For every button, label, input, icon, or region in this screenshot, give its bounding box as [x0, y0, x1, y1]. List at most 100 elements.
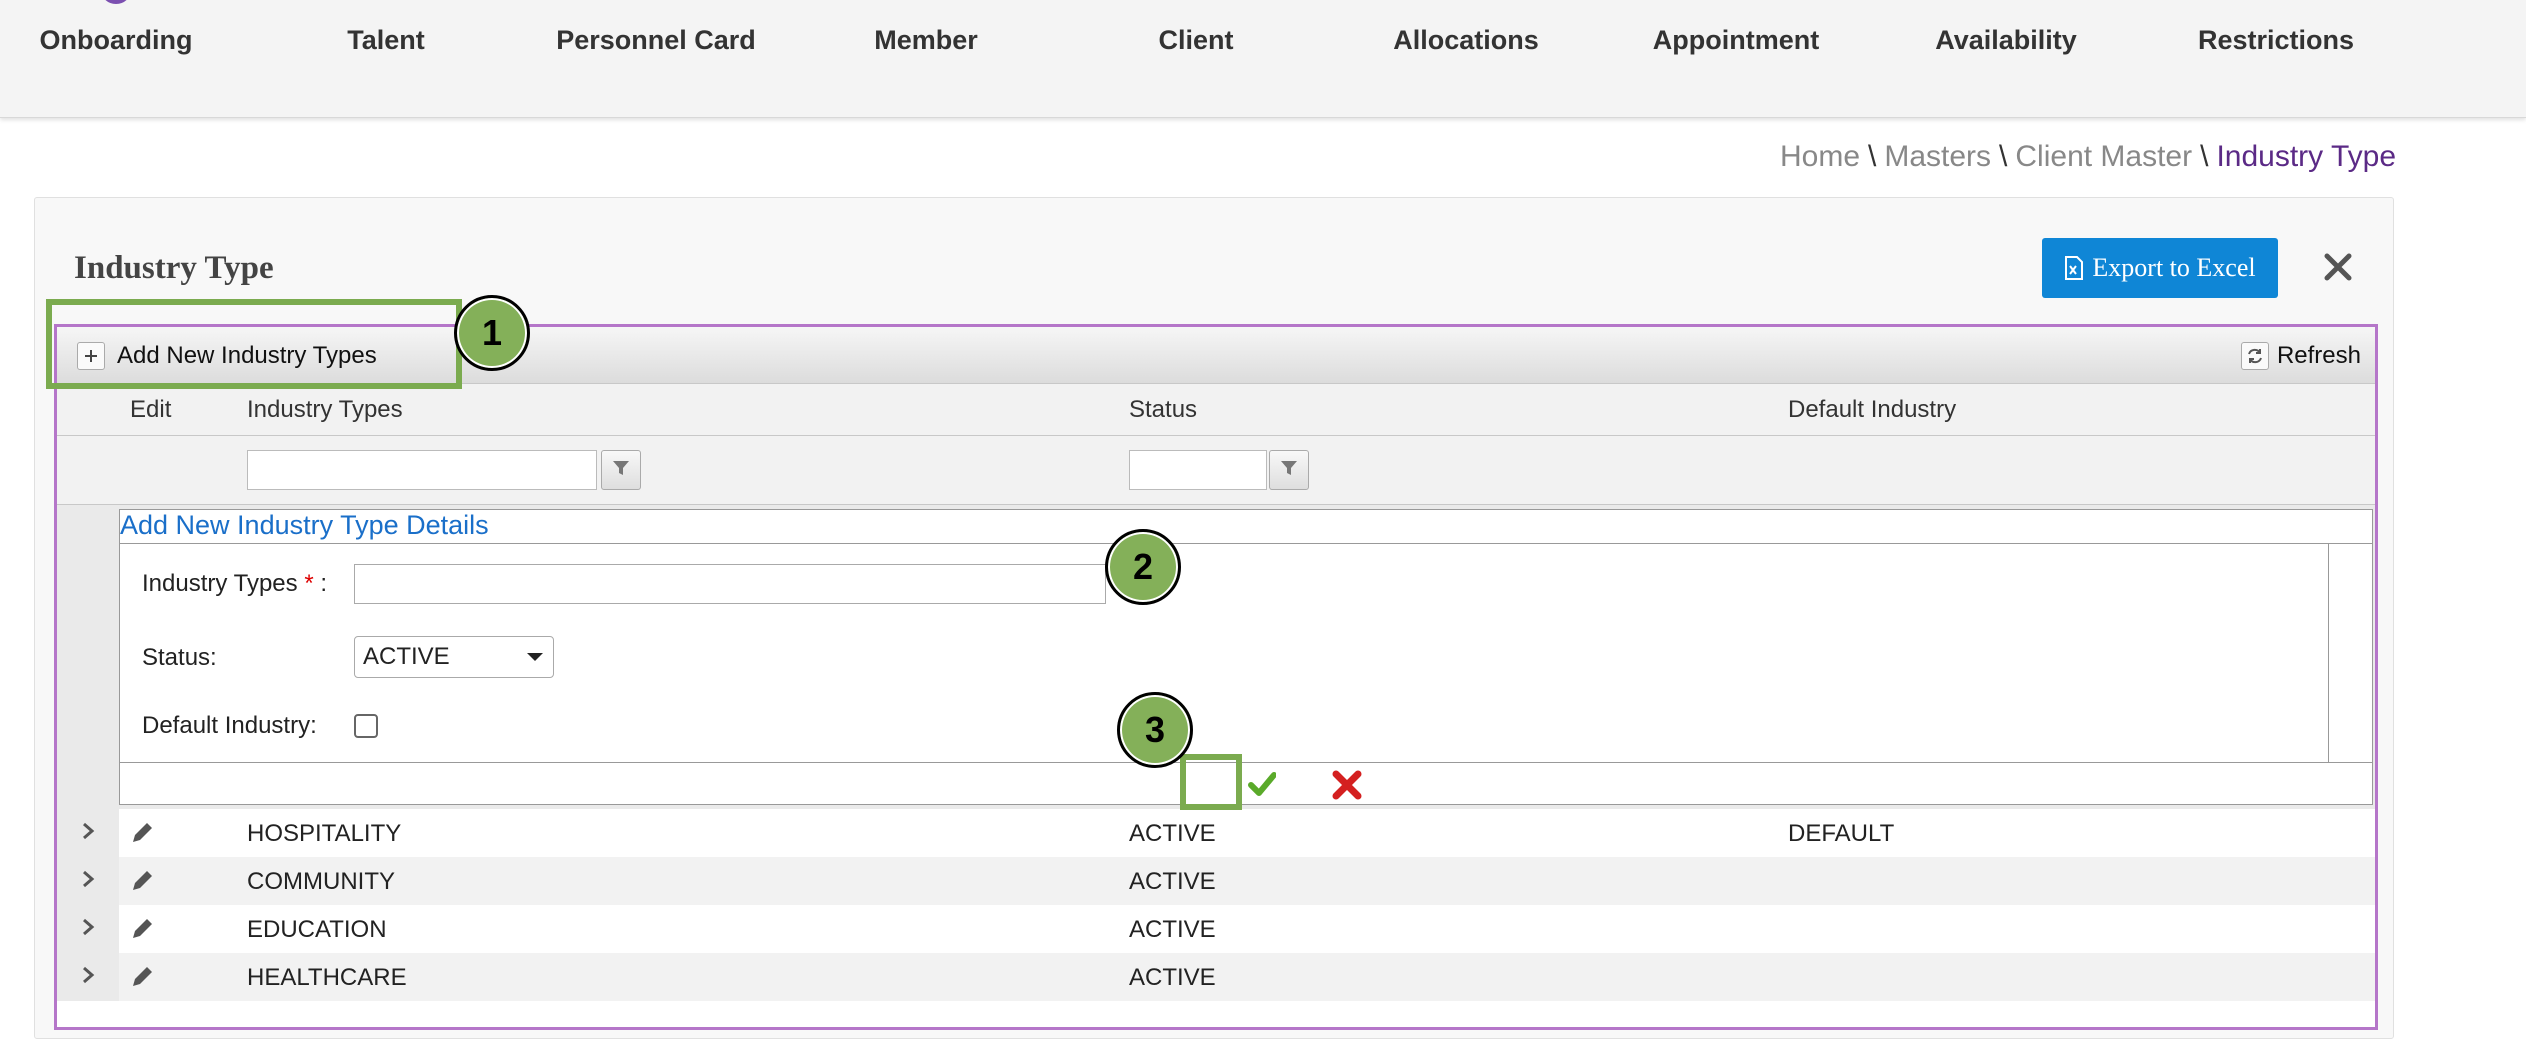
refresh-button[interactable]: Refresh: [2240, 339, 2361, 373]
industry-types-filter-input[interactable]: [247, 450, 597, 490]
status-filter-input[interactable]: [1129, 450, 1267, 490]
industry-types-filter-button[interactable]: [601, 450, 641, 490]
export-to-excel-button[interactable]: Export to Excel: [2042, 238, 2278, 298]
industry-type-cell: HEALTHCARE: [247, 964, 407, 991]
industry-type-cell: EDUCATION: [247, 916, 387, 943]
member-icon: [910, 0, 942, 6]
nav-item-member[interactable]: Member: [826, 0, 1026, 80]
label-colon: :: [320, 570, 327, 597]
default-industry-label: Default Industry:: [142, 712, 317, 739]
column-header-industry-types[interactable]: Industry Types: [247, 396, 403, 424]
form-title: Add New Industry Type Details: [120, 510, 489, 540]
column-header-default-industry[interactable]: Default Industry: [1788, 396, 1956, 424]
default-industry-checkbox[interactable]: [354, 714, 378, 738]
industry-types-grid: Add New Industry Types Refresh Edit Indu…: [54, 324, 2378, 1030]
nav-label: Onboarding: [39, 25, 193, 55]
industry-types-label: Industry Types * :: [142, 570, 327, 598]
export-label: Export to Excel: [2092, 253, 2256, 282]
filter-icon: [1280, 459, 1298, 482]
breadcrumb-current: Industry Type: [2216, 140, 2396, 173]
breadcrumb-home[interactable]: Home: [1780, 140, 1860, 173]
onboarding-icon: [100, 0, 132, 6]
step-1-badge: 1: [454, 295, 530, 371]
nav-label: Member: [874, 25, 978, 55]
chevron-right-icon: [81, 869, 95, 894]
personnel-card-icon: [640, 0, 672, 6]
allocations-icon: [1450, 0, 1482, 6]
required-mark: *: [304, 570, 314, 597]
top-navigation: Onboarding Talent Personnel Card Member …: [0, 0, 2526, 118]
chevron-right-icon: [81, 917, 95, 942]
pencil-icon[interactable]: [129, 820, 155, 846]
industry-types-label-text: Industry Types: [142, 570, 298, 597]
industry-type-cell: HOSPITALITY: [247, 820, 402, 847]
table-row: HEALTHCARE ACTIVE: [57, 953, 2375, 1001]
refresh-label: Refresh: [2276, 342, 2361, 369]
expand-row-button[interactable]: [57, 857, 119, 905]
nav-item-appointment[interactable]: Appointment: [1636, 0, 1836, 80]
status-cell: ACTIVE: [1129, 868, 1216, 895]
nav-item-client[interactable]: Client: [1096, 0, 1296, 80]
nav-label: Talent: [347, 25, 425, 55]
default-industry-cell: DEFAULT: [1788, 820, 1895, 847]
industry-type-cell: COMMUNITY: [247, 868, 395, 895]
status-cell: ACTIVE: [1129, 964, 1216, 991]
column-header-status[interactable]: Status: [1129, 396, 1197, 424]
expand-row-button[interactable]: [57, 953, 119, 1001]
step-3-badge: 3: [1117, 692, 1193, 768]
appointment-icon: [1720, 0, 1752, 6]
nav-label: Availability: [1935, 25, 2077, 55]
refresh-icon: [2240, 342, 2269, 370]
table-row: HOSPITALITY ACTIVE DEFAULT: [57, 809, 2375, 857]
status-select-value: ACTIVE: [363, 643, 450, 670]
confirm-insert-button[interactable]: [1248, 770, 1277, 798]
status-cell: ACTIVE: [1129, 820, 1216, 847]
expand-row-button[interactable]: [57, 809, 119, 857]
talent-icon: [370, 0, 402, 6]
breadcrumb-separator: \: [1999, 140, 2008, 173]
nav-item-allocations[interactable]: Allocations: [1366, 0, 1566, 80]
add-industry-type-form: Add New Industry Type Details Industry T…: [119, 509, 2373, 805]
breadcrumb-masters[interactable]: Masters: [1884, 140, 1991, 173]
filter-icon: [612, 459, 630, 482]
breadcrumb-separator: \: [2200, 140, 2209, 173]
nav-label: Allocations: [1393, 25, 1539, 55]
status-filter-button[interactable]: [1269, 450, 1309, 490]
chevron-right-icon: [81, 821, 95, 846]
pencil-icon[interactable]: [129, 868, 155, 894]
step-3-highlight: [1180, 754, 1242, 810]
table-row: COMMUNITY ACTIVE: [57, 857, 2375, 905]
nav-item-restrictions[interactable]: Restrictions: [2176, 0, 2376, 80]
client-icon: [1180, 0, 1212, 6]
nav-label: Appointment: [1652, 25, 1820, 55]
column-header-edit: Edit: [130, 396, 172, 423]
nav-label: Personnel Card: [556, 25, 756, 55]
nav-item-onboarding[interactable]: Onboarding: [16, 0, 216, 80]
checkmark-icon: [1248, 772, 1277, 802]
divider: [120, 543, 2372, 544]
nav-item-talent[interactable]: Talent: [286, 0, 486, 80]
nav-item-personnel-card[interactable]: Personnel Card: [556, 0, 756, 80]
expand-row-button[interactable]: [57, 905, 119, 953]
pencil-icon[interactable]: [129, 916, 155, 942]
status-select[interactable]: ACTIVE: [354, 636, 554, 678]
breadcrumb: Home \ Masters \ Client Master \ Industry Type: [1780, 140, 2396, 174]
divider: [2328, 544, 2329, 762]
chevron-right-icon: [81, 965, 95, 990]
status-label: Status:: [142, 644, 217, 671]
chevron-down-icon: [527, 653, 543, 661]
industry-types-input[interactable]: [354, 564, 1106, 604]
nav-label: Client: [1158, 25, 1234, 55]
table-row: EDUCATION ACTIVE: [57, 905, 2375, 953]
page-title: Industry Type: [74, 250, 274, 286]
cancel-x-icon: [1330, 770, 1364, 806]
grid-header-row: Edit Industry Types Status Default Indus…: [57, 384, 2375, 436]
cancel-insert-button[interactable]: [1330, 768, 1364, 802]
divider: [120, 762, 2372, 763]
breadcrumb-separator: \: [1868, 140, 1877, 173]
pencil-icon[interactable]: [129, 964, 155, 990]
close-icon[interactable]: [2323, 252, 2353, 282]
breadcrumb-client-master[interactable]: Client Master: [2015, 140, 2192, 173]
excel-icon: [2064, 256, 2084, 280]
nav-item-availability[interactable]: Availability: [1906, 0, 2106, 80]
